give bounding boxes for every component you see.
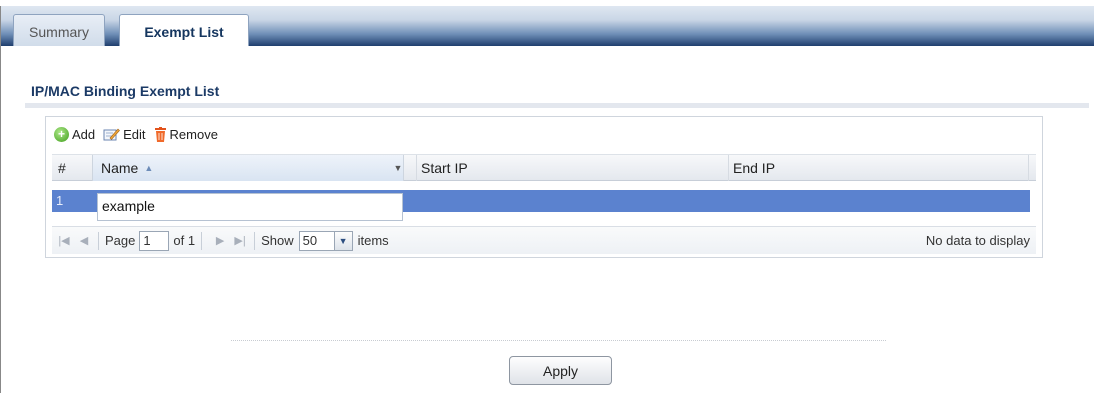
show-label: Show xyxy=(261,233,294,248)
remove-button[interactable]: Remove xyxy=(154,126,218,142)
pager-status: No data to display xyxy=(925,233,1030,248)
edit-button[interactable]: Edit xyxy=(103,126,146,142)
page-count-label: of 1 xyxy=(173,233,196,248)
column-header-name[interactable]: Name ▲ xyxy=(92,155,404,181)
column-menu-chevron-icon[interactable]: ▼ xyxy=(390,155,406,181)
previous-page-icon[interactable]: ◀ xyxy=(76,234,92,247)
column-header-number[interactable]: # xyxy=(58,155,88,181)
add-button[interactable]: + Add xyxy=(54,126,96,142)
tab-bar: Summary Exempt List xyxy=(0,6,1094,48)
section-title: IP/MAC Binding Exempt List xyxy=(31,83,220,99)
edit-icon xyxy=(103,127,121,141)
items-per-page-select[interactable]: 50 xyxy=(298,230,335,251)
chevron-down-icon[interactable]: ▼ xyxy=(334,230,353,251)
trash-icon xyxy=(154,126,167,142)
grid-toolbar: + Add Edit Remove xyxy=(54,123,218,145)
first-page-icon[interactable]: |◀ xyxy=(56,234,72,247)
name-edit-field[interactable]: example xyxy=(97,193,403,221)
column-header-spacer xyxy=(1028,155,1036,181)
column-header-start-ip[interactable]: Start IP xyxy=(416,155,726,181)
exempt-list-grid: + Add Edit Remove # Name ▲ ▼ Start IP En… xyxy=(45,116,1043,258)
section-divider xyxy=(25,103,1089,108)
sort-ascending-icon: ▲ xyxy=(144,163,154,173)
next-page-icon[interactable]: ▶ xyxy=(212,234,228,247)
column-header-end-ip[interactable]: End IP xyxy=(728,155,1028,181)
row-number: 1 xyxy=(56,193,64,208)
page-number-input[interactable]: 1 xyxy=(139,230,170,251)
pager-separator xyxy=(254,231,256,250)
column-header-name-label: Name xyxy=(101,160,139,176)
remove-label: Remove xyxy=(169,126,218,142)
items-label: items xyxy=(357,233,389,248)
tab-summary[interactable]: Summary xyxy=(13,14,105,48)
edit-label: Edit xyxy=(123,126,146,142)
page-label: Page xyxy=(105,233,136,248)
last-page-icon[interactable]: ▶| xyxy=(232,234,248,247)
add-label: Add xyxy=(72,126,96,142)
content-panel: IP/MAC Binding Exempt List + Add Edit Re… xyxy=(0,46,1094,393)
add-icon: + xyxy=(54,126,69,142)
tab-exempt-list[interactable]: Exempt List xyxy=(119,14,249,48)
apply-button[interactable]: Apply xyxy=(509,356,612,385)
pager-separator xyxy=(98,231,99,250)
pager-separator xyxy=(201,231,203,250)
pagination-bar: |◀ ◀ Page 1 of 1 ▶ ▶| Show 50 ▼ items No… xyxy=(52,226,1036,254)
footer-divider xyxy=(231,340,886,341)
table-header: # Name ▲ ▼ Start IP End IP xyxy=(52,154,1036,181)
